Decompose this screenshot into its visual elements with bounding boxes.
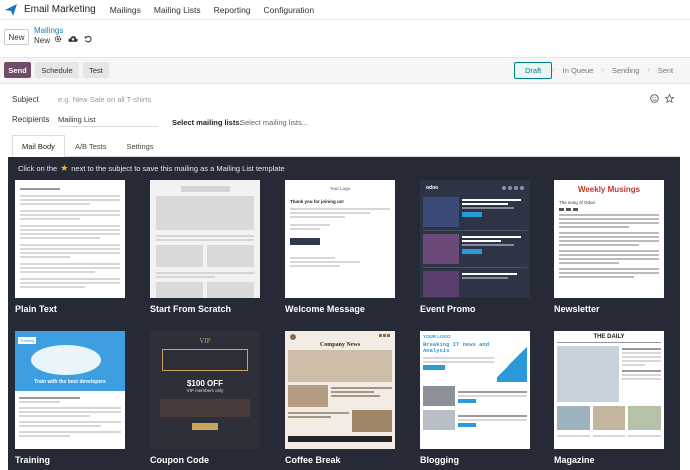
form-tabs: Mail Body A/B Tests Settings [12, 135, 680, 157]
template-title: Newsletter [554, 304, 600, 314]
gallery-hint: Click on the ★ next to the subject to sa… [18, 163, 285, 174]
template-card-plain-text[interactable]: Plain Text [15, 180, 125, 314]
new-button[interactable]: New [4, 29, 29, 45]
template-thumbnail[interactable]: Your Logo Thank you for joining us! [285, 180, 395, 298]
template-thumbnail[interactable]: Weekly Musings The song of Odoo [554, 180, 664, 298]
breadcrumb-current: New [34, 36, 51, 45]
favorite-star-icon[interactable] [664, 93, 675, 105]
tab-settings[interactable]: Settings [116, 135, 163, 157]
star-icon: ★ [60, 163, 69, 173]
thumb-subtitle: The song of Odoo [559, 200, 596, 205]
recipients-select[interactable]: Mailing List [58, 115, 96, 124]
thumb-heading: Breaking IT news and Analysis [423, 341, 490, 355]
thumb-subtitle: VIP members only [186, 388, 224, 393]
template-title: Start From Scratch [150, 304, 232, 314]
gear-icon[interactable] [54, 35, 62, 45]
mailing-lists-input[interactable]: Select mailing lists... [240, 118, 308, 127]
thumb-logo: Training [18, 337, 37, 344]
discard-icon[interactable] [84, 35, 92, 45]
template-thumbnail[interactable]: Company News [285, 331, 395, 449]
status-bar: Draft › In Queue › Sending › Sent [514, 62, 681, 79]
thumb-heading: Thank you for joining us! [290, 199, 344, 204]
thumb-logo: odoo [426, 185, 439, 191]
template-title: Coupon Code [150, 455, 209, 465]
thumb-title: THE DAILY [557, 334, 661, 343]
template-card-event-promo[interactable]: odoo Event Promo [420, 180, 530, 314]
hint-text-before: Click on the [18, 164, 58, 173]
template-thumbnail[interactable]: THE DAILY [554, 331, 664, 449]
template-card-coffee-break[interactable]: Company News Coffee Break [285, 331, 395, 465]
template-card-start-from-scratch[interactable]: Start From Scratch [150, 180, 260, 314]
template-thumbnail[interactable] [150, 180, 260, 298]
record-actions [54, 35, 92, 45]
template-title: Event Promo [420, 304, 476, 314]
template-gallery: Click on the ★ next to the subject to sa… [8, 157, 680, 470]
thumb-amount: $100 OFF [186, 379, 223, 388]
subject-label: Subject [12, 95, 39, 104]
template-title: Magazine [554, 455, 595, 465]
test-button[interactable]: Test [83, 62, 109, 78]
thumb-vip: VIP [199, 337, 211, 345]
template-card-welcome-message[interactable]: Your Logo Thank you for joining us! Welc… [285, 180, 395, 314]
control-panel: New Mailings New [0, 20, 690, 58]
thumb-heading: Train with the best developers [34, 379, 106, 385]
menu-mailing-lists[interactable]: Mailing Lists [154, 5, 201, 15]
action-bar: Send Schedule Test Draft › In Queue › Se… [0, 58, 690, 84]
app-title[interactable]: Email Marketing [24, 4, 96, 15]
template-card-blogging[interactable]: YOUR LOGO Breaking IT news and Analysis [420, 331, 530, 465]
mailing-form: Subject e.g. New Sale on all T-shirts Re… [0, 84, 690, 470]
template-thumbnail[interactable]: odoo [420, 180, 530, 298]
template-card-coupon-code[interactable]: VIP $100 OFF VIP members only Coupon Cod… [150, 331, 260, 465]
subject-input[interactable]: e.g. New Sale on all T-shirts [58, 95, 151, 104]
recipients-underline [58, 126, 158, 127]
template-thumbnail[interactable]: YOUR LOGO Breaking IT news and Analysis [420, 331, 530, 449]
template-title: Coffee Break [285, 455, 341, 465]
template-title: Plain Text [15, 304, 57, 314]
template-title: Training [15, 455, 51, 465]
menu-configuration[interactable]: Configuration [264, 5, 315, 15]
template-title: Welcome Message [285, 304, 365, 314]
stage-in-queue[interactable]: In Queue [555, 62, 602, 79]
top-navbar: Email Marketing Mailings Mailing Lists R… [0, 0, 690, 20]
menu-mailings[interactable]: Mailings [110, 5, 141, 15]
thumb-logo: YOUR LOGO [423, 334, 451, 339]
thumb-title: Company News [319, 342, 361, 348]
recipients-label: Recipients [12, 115, 50, 124]
template-card-magazine[interactable]: THE DAILY Magazine [554, 331, 664, 465]
email-marketing-app-icon[interactable] [4, 3, 18, 17]
tab-mail-body[interactable]: Mail Body [12, 135, 65, 157]
breadcrumb-mailings[interactable]: Mailings [34, 26, 63, 35]
emoji-icon[interactable] [650, 94, 659, 105]
template-thumbnail[interactable]: VIP $100 OFF VIP members only [150, 331, 260, 449]
send-button[interactable]: Send [4, 62, 31, 78]
thumb-title: Weekly Musings [577, 185, 641, 194]
schedule-button[interactable]: Schedule [35, 62, 79, 78]
thumb-logo: Your Logo [329, 186, 351, 191]
stage-draft[interactable]: Draft [514, 62, 553, 79]
stage-sending[interactable]: Sending [604, 62, 648, 79]
mailing-lists-label: Select mailing lists: [172, 118, 243, 127]
template-title: Blogging [420, 455, 459, 465]
stage-sent[interactable]: Sent [650, 62, 681, 79]
subject-tools [650, 93, 675, 105]
template-card-newsletter[interactable]: Weekly Musings The song of Odoo Newslett… [554, 180, 664, 314]
tab-ab-tests[interactable]: A/B Tests [65, 135, 117, 157]
template-thumbnail[interactable] [15, 180, 125, 298]
hint-text-after: next to the subject to save this mailing… [71, 164, 285, 173]
template-card-training[interactable]: Training Train with the best developers … [15, 331, 125, 465]
cloud-upload-icon[interactable] [68, 35, 78, 45]
template-thumbnail[interactable]: Training Train with the best developers [15, 331, 125, 449]
menu-reporting[interactable]: Reporting [214, 5, 251, 15]
